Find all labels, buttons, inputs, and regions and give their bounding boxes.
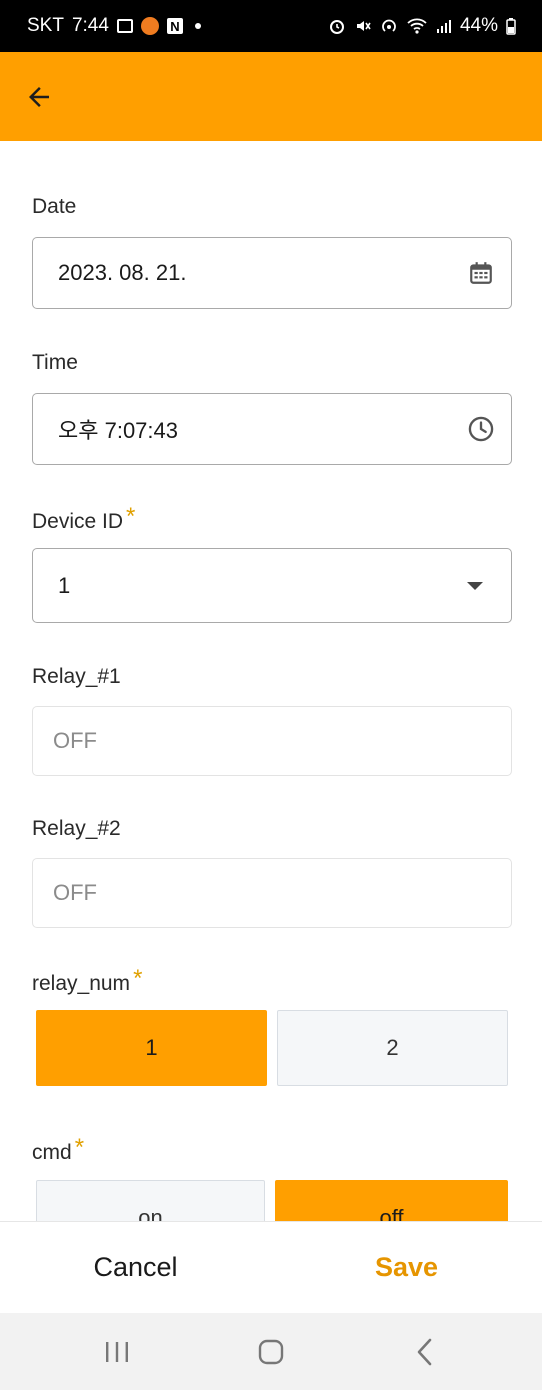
calendar-icon	[470, 262, 492, 284]
cancel-button[interactable]: Cancel	[0, 1222, 271, 1313]
alarm-icon	[329, 20, 344, 34]
status-right: 44%	[328, 15, 516, 37]
date-field[interactable]: 2023. 08. 21.	[32, 237, 512, 309]
required-mark: *	[74, 1134, 85, 1161]
dropdown-arrow-icon	[467, 581, 483, 590]
date-label: Date	[32, 195, 77, 218]
form-content[interactable]: Date 2023. 08. 21. Time 오후 7:07:43 Devic…	[0, 141, 542, 1221]
naver-notification-icon: N	[166, 18, 183, 34]
signal-icon	[436, 20, 451, 33]
relay-1-label: Relay_#1	[32, 665, 121, 688]
app-bar	[0, 52, 542, 141]
relay-num-option-2[interactable]: 2	[277, 1010, 508, 1086]
time-label: Time	[32, 351, 78, 374]
battery-percent: 44%	[459, 15, 498, 36]
relay-num-label-text: relay_num	[32, 972, 131, 995]
mute-icon	[356, 21, 371, 31]
clock-time: 7:44	[71, 15, 109, 36]
relay-1-field: OFF	[32, 706, 512, 776]
required-mark: *	[133, 965, 143, 992]
device-id-label-text: Device ID	[32, 510, 124, 533]
device-id-value: 1	[58, 572, 71, 598]
relay-2-label: Relay_#2	[32, 817, 121, 840]
dropdown-toggle[interactable]	[439, 549, 511, 622]
relay-num-option-1[interactable]: 1	[36, 1010, 267, 1086]
device-id-select[interactable]: 1	[32, 548, 512, 623]
required-mark: *	[126, 503, 136, 530]
wifi-icon	[407, 18, 427, 34]
carrier-label: SKT	[27, 15, 64, 36]
system-nav-bar	[0, 1313, 542, 1390]
time-picker-button[interactable]	[451, 394, 511, 464]
home-icon	[258, 1339, 284, 1364]
more-notifications-icon	[194, 23, 201, 29]
cmd-option-off[interactable]: off	[275, 1180, 508, 1221]
relay-1-value: OFF	[53, 728, 97, 753]
device-id-label: Device ID *	[32, 503, 135, 535]
bottom-action-bar: Cancel Save	[0, 1221, 542, 1313]
hotspot-icon	[382, 19, 396, 32]
clock-icon	[468, 416, 494, 442]
relay-2-value: OFF	[53, 880, 97, 905]
date-value: 2023. 08. 21.	[58, 260, 187, 285]
back-button[interactable]	[18, 76, 60, 118]
battery-charging-icon	[506, 17, 516, 35]
cmd-label-text: cmd	[32, 1141, 72, 1164]
cmd-option-on[interactable]: on	[36, 1180, 265, 1221]
recent-apps-icon	[106, 1341, 128, 1362]
time-value: 오후 7:07:43	[58, 418, 178, 443]
home-button[interactable]	[231, 1322, 311, 1382]
cmd-label: cmd *	[32, 1134, 84, 1166]
app-notification-icon	[140, 17, 159, 35]
status-left: SKT 7:44 N	[27, 15, 201, 37]
time-field[interactable]: 오후 7:07:43	[32, 393, 512, 465]
status-bar: SKT 7:44 N 44%	[0, 0, 542, 52]
relay-2-field: OFF	[32, 858, 512, 928]
image-notification-icon	[116, 19, 133, 33]
save-button[interactable]: Save	[271, 1222, 542, 1313]
chevron-left-icon	[417, 1338, 432, 1365]
arrow-left-icon	[29, 87, 49, 107]
date-picker-button[interactable]	[451, 238, 511, 308]
system-back-button[interactable]	[385, 1322, 465, 1382]
recent-apps-button[interactable]	[77, 1322, 157, 1382]
relay-num-label: relay_num *	[32, 965, 142, 997]
